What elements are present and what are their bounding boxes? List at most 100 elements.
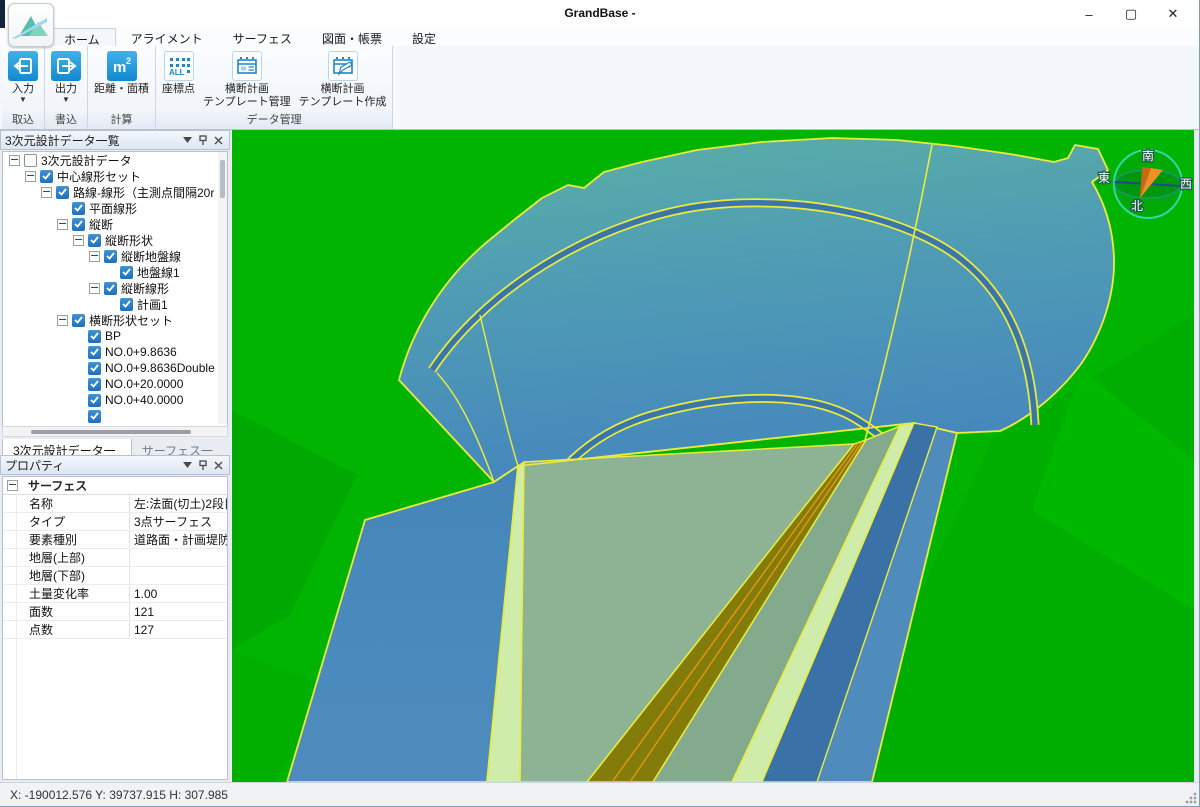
property-grid: サーフェス名称左:法面(切土)2段目タイプ3点サーフェス要素種別道路面・計画堤防… [2,476,228,780]
tree-item[interactable]: 路線-線形（主測点間隔20r [3,184,227,200]
tree-item[interactable]: 縦断 [3,216,227,232]
tree-checkbox[interactable] [88,362,101,375]
tree-item[interactable] [3,408,227,424]
property-label: タイプ [3,513,130,530]
tab-home[interactable]: ホーム [48,28,116,47]
panel-close-icon[interactable] [214,461,223,470]
property-group-label: サーフェス [28,477,87,494]
tree-expander-icon[interactable] [9,155,20,166]
cross-section-template-manage-button[interactable]: 横断計画 テンプレート管理 [199,49,295,111]
tree-checkbox[interactable] [88,330,101,343]
minimize-button[interactable]: – [1068,0,1110,28]
tree-checkbox[interactable] [24,154,37,167]
property-label: 面数 [3,603,130,620]
input-button[interactable]: 入力 ▼ [4,49,42,105]
tree-hscroll-thumb[interactable] [31,430,191,434]
output-button[interactable]: 出力 ▼ [47,49,85,105]
tree-expander-icon[interactable] [41,187,52,198]
tree-vertical-scrollbar[interactable] [218,152,227,424]
tree-checkbox[interactable] [88,378,101,391]
tree-checkbox[interactable] [40,170,53,183]
panel-close-icon[interactable] [214,136,223,145]
tree-panel-header: 3次元設計データ一覧 [0,130,230,150]
tree-checkbox[interactable] [88,410,101,423]
property-row[interactable]: 要素種別道路面・計画堤防面 [3,531,227,549]
tree-item[interactable]: NO.0+20.0000 [3,376,227,392]
tree-expander-icon[interactable] [73,235,84,246]
group-expander-icon[interactable] [7,480,18,491]
cross-section-template-create-icon [328,51,358,81]
tree-item[interactable]: 横断形状セット [3,312,227,328]
tree-item[interactable]: 平面線形 [3,200,227,216]
tree-item[interactable]: NO.0+9.8636Double [3,360,227,376]
tree-item[interactable]: NO.0+40.0000 [3,392,227,408]
cross-section-template-manage-label2: テンプレート管理 [203,96,291,109]
tab-alignment[interactable]: アライメント [116,28,218,46]
svg-text:2: 2 [126,56,131,66]
tree-checkbox[interactable] [88,234,101,247]
tree-checkbox[interactable] [104,282,117,295]
left-dock: 3次元設計データ一覧 3次元設計データ中心線形セット路線-線形（主測点間隔20r… [0,130,230,782]
tree-checkbox[interactable] [120,298,133,311]
viewport-3d[interactable]: 南 北 西 東 [232,130,1194,782]
status-bar: X: -190012.576 Y: 39737.915 H: 307.985 [0,782,1200,807]
svg-text:m: m [113,59,126,76]
tree-checkbox[interactable] [56,186,69,199]
tab-surface[interactable]: サーフェス [218,28,307,46]
tree-checkbox[interactable] [72,218,85,231]
tree-horizontal-scrollbar[interactable] [2,426,228,437]
tree-item[interactable]: 縦断線形 [3,280,227,296]
group-label-export: 書込 [45,113,87,129]
tree-item[interactable]: BP [3,328,227,344]
tree-expander-icon[interactable] [25,171,36,182]
resize-grip-icon[interactable] [1185,792,1197,804]
tree-checkbox[interactable] [72,314,85,327]
tree-checkbox[interactable] [88,346,101,359]
property-row[interactable]: 地層(上部) [3,549,227,567]
tree-expander-icon[interactable] [89,251,100,262]
close-button[interactable]: ✕ [1152,0,1194,28]
property-row[interactable]: タイプ3点サーフェス [3,513,227,531]
input-dropdown-caret[interactable]: ▼ [19,96,27,103]
ribbon: 入力 ▼ 取込 出力 ▼ 書込 [0,46,1200,130]
tree-checkbox[interactable] [120,266,133,279]
distance-area-button[interactable]: m 2 距離・面積 [90,49,153,98]
properties-panel-title: プロパティ [5,457,183,474]
tree-checkbox[interactable] [88,394,101,407]
maximize-button[interactable]: ▢ [1110,0,1152,28]
property-row[interactable]: 地層(下部) [3,567,227,585]
tree-vscroll-thumb[interactable] [220,160,225,198]
property-row[interactable]: 面数121 [3,603,227,621]
tree-item[interactable]: 縦断地盤線 [3,248,227,264]
window-controls: – ▢ ✕ [1068,0,1194,28]
tree-item[interactable]: 計画1 [3,296,227,312]
tree-checkbox[interactable] [72,202,85,215]
tree-expander-icon[interactable] [57,315,68,326]
tree-expander-icon[interactable] [89,283,100,294]
tree-expander-icon[interactable] [57,219,68,230]
panel-pin-icon[interactable] [199,460,207,470]
svg-text:ALL: ALL [169,68,185,77]
panel-menu-chevron-icon[interactable] [183,462,192,468]
tree-item[interactable]: 中心線形セット [3,168,227,184]
tree-item[interactable]: 3次元設計データ [3,152,227,168]
tree-item-label: 平面線形 [89,200,137,217]
tree-item[interactable]: 縦断形状 [3,232,227,248]
tree-item[interactable]: 地盤線1 [3,264,227,280]
output-dropdown-caret[interactable]: ▼ [62,96,70,103]
cross-section-template-create-button[interactable]: 横断計画 テンプレート作成 [295,49,391,111]
property-group-row[interactable]: サーフェス [3,477,227,495]
panel-menu-chevron-icon[interactable] [183,137,192,143]
property-row[interactable]: 土量変化率1.00 [3,585,227,603]
property-label: 名称 [3,495,130,512]
main-area: 3次元設計データ一覧 3次元設計データ中心線形セット路線-線形（主測点間隔20r… [0,130,1200,782]
tab-settings[interactable]: 設定 [397,28,451,46]
coordinate-points-button[interactable]: ALL 座標点 [158,49,199,98]
app-logo-button[interactable] [8,3,54,47]
tab-drawing-report[interactable]: 図面・帳票 [307,28,397,46]
property-row[interactable]: 名称左:法面(切土)2段目 [3,495,227,513]
tree-item[interactable]: NO.0+9.8636 [3,344,227,360]
panel-pin-icon[interactable] [199,135,207,145]
tree-checkbox[interactable] [104,250,117,263]
property-row[interactable]: 点数127 [3,621,227,639]
